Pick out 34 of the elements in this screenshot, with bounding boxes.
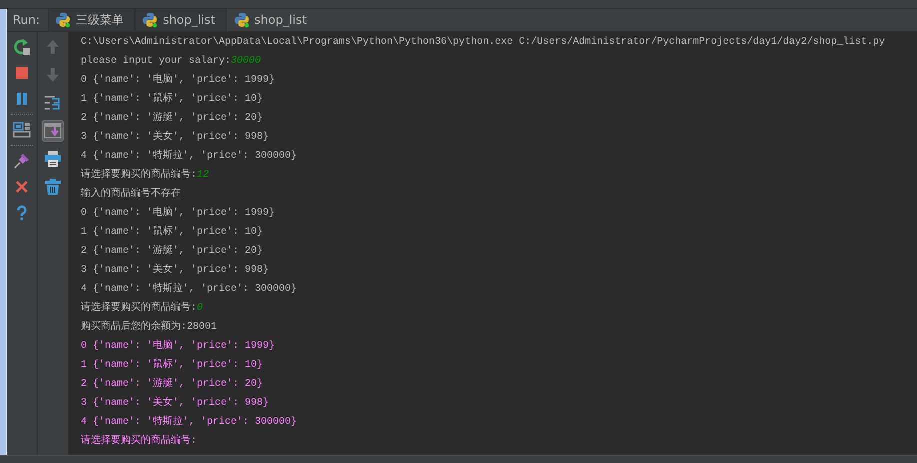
console-line: 4 {'name': '特斯拉', 'price': 300000} xyxy=(81,284,298,295)
console-line: 购买商品后您的余额为:28001 xyxy=(81,322,218,333)
console-line: 0 {'name': '电脑', 'price': 1999} xyxy=(81,208,276,219)
printer-icon[interactable] xyxy=(42,148,64,170)
input-text: 0 xyxy=(197,303,204,314)
console-line: 输入的商品编号不存在 xyxy=(81,189,181,200)
console-line: C:\Users\Administrator\AppData\Local\Programs\Python\Python36\python.exe C:/Users/Administrator/PycharmProjects/day1/day2/shop_list.py xyxy=(81,37,886,48)
input-text: 30000 xyxy=(231,56,262,67)
console-line: 2 {'name': '游艇', 'price': 20} xyxy=(81,379,264,390)
run-tab[interactable]: shop_list xyxy=(135,9,227,31)
console-line: 请选择要购买的商品编号: xyxy=(81,170,198,181)
python-file-icon xyxy=(142,12,158,28)
console-line: 2 {'name': '游艇', 'price': 20} xyxy=(81,113,264,124)
console-line: 请选择要购买的商品编号: xyxy=(81,436,198,447)
input-text: 12 xyxy=(197,170,210,181)
console-line: 4 {'name': '特斯拉', 'price': 300000} xyxy=(81,417,298,428)
console-line: 0 {'name': '电脑', 'price': 1999} xyxy=(81,341,276,352)
console-line: 1 {'name': '鼠标', 'price': 10} xyxy=(81,360,264,371)
console-line: 3 {'name': '美女', 'price': 998} xyxy=(81,398,270,409)
console-line: 0 {'name': '电脑', 'price': 1999} xyxy=(81,75,276,86)
scroll-to-end-icon[interactable] xyxy=(42,120,64,142)
console-line: 2 {'name': '游艇', 'price': 20} xyxy=(81,246,264,257)
python-file-icon xyxy=(234,12,250,28)
python-file-icon xyxy=(55,12,72,28)
run-tab[interactable]: 三级菜单 xyxy=(48,9,136,31)
console-line: 1 {'name': '鼠标', 'price': 10} xyxy=(81,94,264,105)
console-line: 1 {'name': '鼠标', 'price': 10} xyxy=(81,227,264,238)
console-line: please input your salary: xyxy=(81,56,232,67)
trash-icon[interactable] xyxy=(42,176,64,198)
console-line: 3 {'name': '美女', 'price': 998} xyxy=(81,132,270,143)
console-line: 3 {'name': '美女', 'price': 998} xyxy=(81,265,270,276)
console-line: 4 {'name': '特斯拉', 'price': 300000} xyxy=(81,151,298,162)
run-label: Run: xyxy=(12,13,42,27)
console-line: 请选择要购买的商品编号: xyxy=(81,303,198,314)
